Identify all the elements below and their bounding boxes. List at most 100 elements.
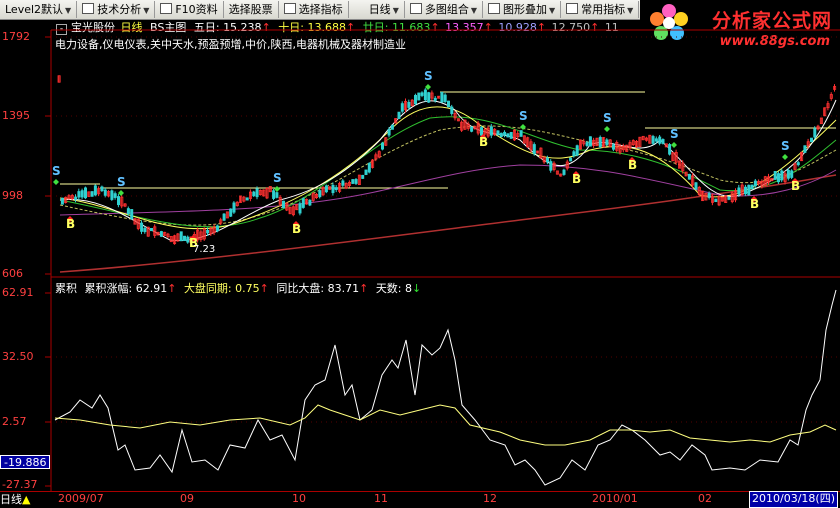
sell-signal-marker: S: [117, 175, 126, 189]
candle-body: [714, 198, 718, 203]
sell-diamond-icon: [604, 126, 610, 132]
candle-body: [100, 186, 104, 192]
price-axis-label-3: 998: [2, 189, 23, 202]
buy-signal-marker: B: [292, 222, 301, 236]
candle-body: [298, 203, 302, 214]
candle-body: [519, 130, 523, 137]
candle-body: [744, 186, 748, 195]
candle-body: [562, 169, 566, 175]
market-line: [54, 404, 837, 446]
candle-body: [658, 136, 662, 144]
days-value: 8: [405, 282, 413, 295]
lower-axis-label-4: -27.37: [2, 478, 38, 491]
candle-body: [499, 132, 503, 138]
candle-body: [546, 157, 550, 163]
candle-body: [341, 180, 345, 186]
candle-body: [143, 228, 147, 233]
candle-body: [215, 225, 219, 232]
period-status-label: 日线: [0, 493, 22, 506]
candle-body: [572, 151, 576, 157]
buy-signal-marker: B: [66, 217, 75, 231]
candle-body: [390, 124, 394, 130]
candle-body: [694, 182, 698, 190]
candle-body: [387, 129, 391, 136]
candle-body: [489, 126, 493, 136]
candle-body: [367, 163, 371, 173]
sell-diamond-icon: [671, 142, 677, 148]
candle-body: [737, 187, 741, 195]
candle-body: [113, 193, 117, 198]
candle-body: [117, 196, 121, 206]
time-label-2: 09: [180, 492, 194, 505]
panel-name: 累积: [55, 282, 77, 295]
candle-body: [301, 198, 305, 208]
compare-value: 83.71: [327, 282, 360, 295]
candle-body: [179, 231, 183, 242]
candle-body: [532, 144, 536, 154]
candle-body: [77, 191, 81, 198]
candle-body: [427, 92, 431, 103]
candle-body: [93, 185, 97, 196]
sell-signal-marker: S: [781, 139, 790, 153]
candle-body: [750, 184, 754, 190]
candle-body: [74, 196, 78, 200]
sell-signal-marker: S: [273, 171, 282, 185]
up-arrow-icon: ↑: [259, 282, 269, 295]
candle-body: [318, 190, 322, 198]
gain-label: 累积涨幅:: [84, 282, 133, 295]
candle-body: [668, 144, 672, 155]
candle-body: [275, 192, 279, 198]
candle-body: [229, 208, 233, 217]
compare-label: 同比大盘:: [276, 282, 325, 295]
candle-body: [351, 179, 355, 184]
time-label-6: 2010/01: [592, 492, 638, 505]
time-label-4: 11: [374, 492, 388, 505]
sell-signal-marker: S: [603, 111, 612, 125]
candle-body: [308, 199, 312, 206]
candle-body: [252, 191, 256, 197]
candle-body: [361, 174, 365, 179]
cumulative-gain-line: [54, 289, 837, 486]
candle-body: [354, 179, 358, 184]
candle-body: [103, 189, 107, 196]
candle-body: [780, 170, 784, 181]
up-arrow-icon: ↑: [359, 282, 369, 295]
candle-body: [324, 185, 328, 193]
price-axis-label-1: 1792: [2, 30, 30, 43]
period-status[interactable]: 日线▲: [0, 491, 30, 507]
kline-chart[interactable]: SS SSS SSSB BBBBBBB: [0, 0, 840, 491]
candle-body: [159, 231, 163, 237]
candle-body: [331, 184, 335, 194]
candle-body: [503, 131, 507, 136]
cumulative-panel-header: 累积 累积涨幅: 62.91↑ 大盘同期: 0.75↑ 同比大盘: 83.71↑…: [55, 280, 421, 296]
candle-body: [433, 97, 437, 101]
candle-body: [575, 145, 579, 156]
time-label-1: 2009/07: [58, 492, 104, 505]
time-label-5: 12: [483, 492, 497, 505]
candle-body: [80, 190, 84, 198]
price-axis-label-2: 1395: [2, 109, 30, 122]
candle-body: [496, 130, 500, 136]
sell-diamond-icon: [53, 179, 59, 185]
time-label-7: 02: [698, 492, 712, 505]
candle-body: [130, 209, 134, 220]
warning-triangle-icon: ▲: [22, 493, 31, 506]
candle-body: [255, 188, 259, 198]
candle-body: [588, 136, 592, 147]
candle-body: [232, 202, 236, 213]
candle-body: [110, 190, 114, 200]
candle-body: [506, 133, 510, 138]
buy-signal-marker: B: [572, 172, 581, 186]
candle-body: [407, 101, 411, 108]
candle-body: [245, 197, 249, 201]
time-axis: [0, 491, 840, 508]
current-date-box: 2010/03/18(四): [749, 491, 838, 508]
candle-body: [605, 139, 609, 146]
days-label: 天数:: [375, 282, 402, 295]
candle-body: [612, 144, 616, 150]
candle-body: [777, 173, 781, 183]
candle-body: [272, 190, 276, 199]
candle-body: [140, 222, 144, 232]
candle-body: [90, 191, 94, 197]
candle-body: [397, 111, 401, 119]
